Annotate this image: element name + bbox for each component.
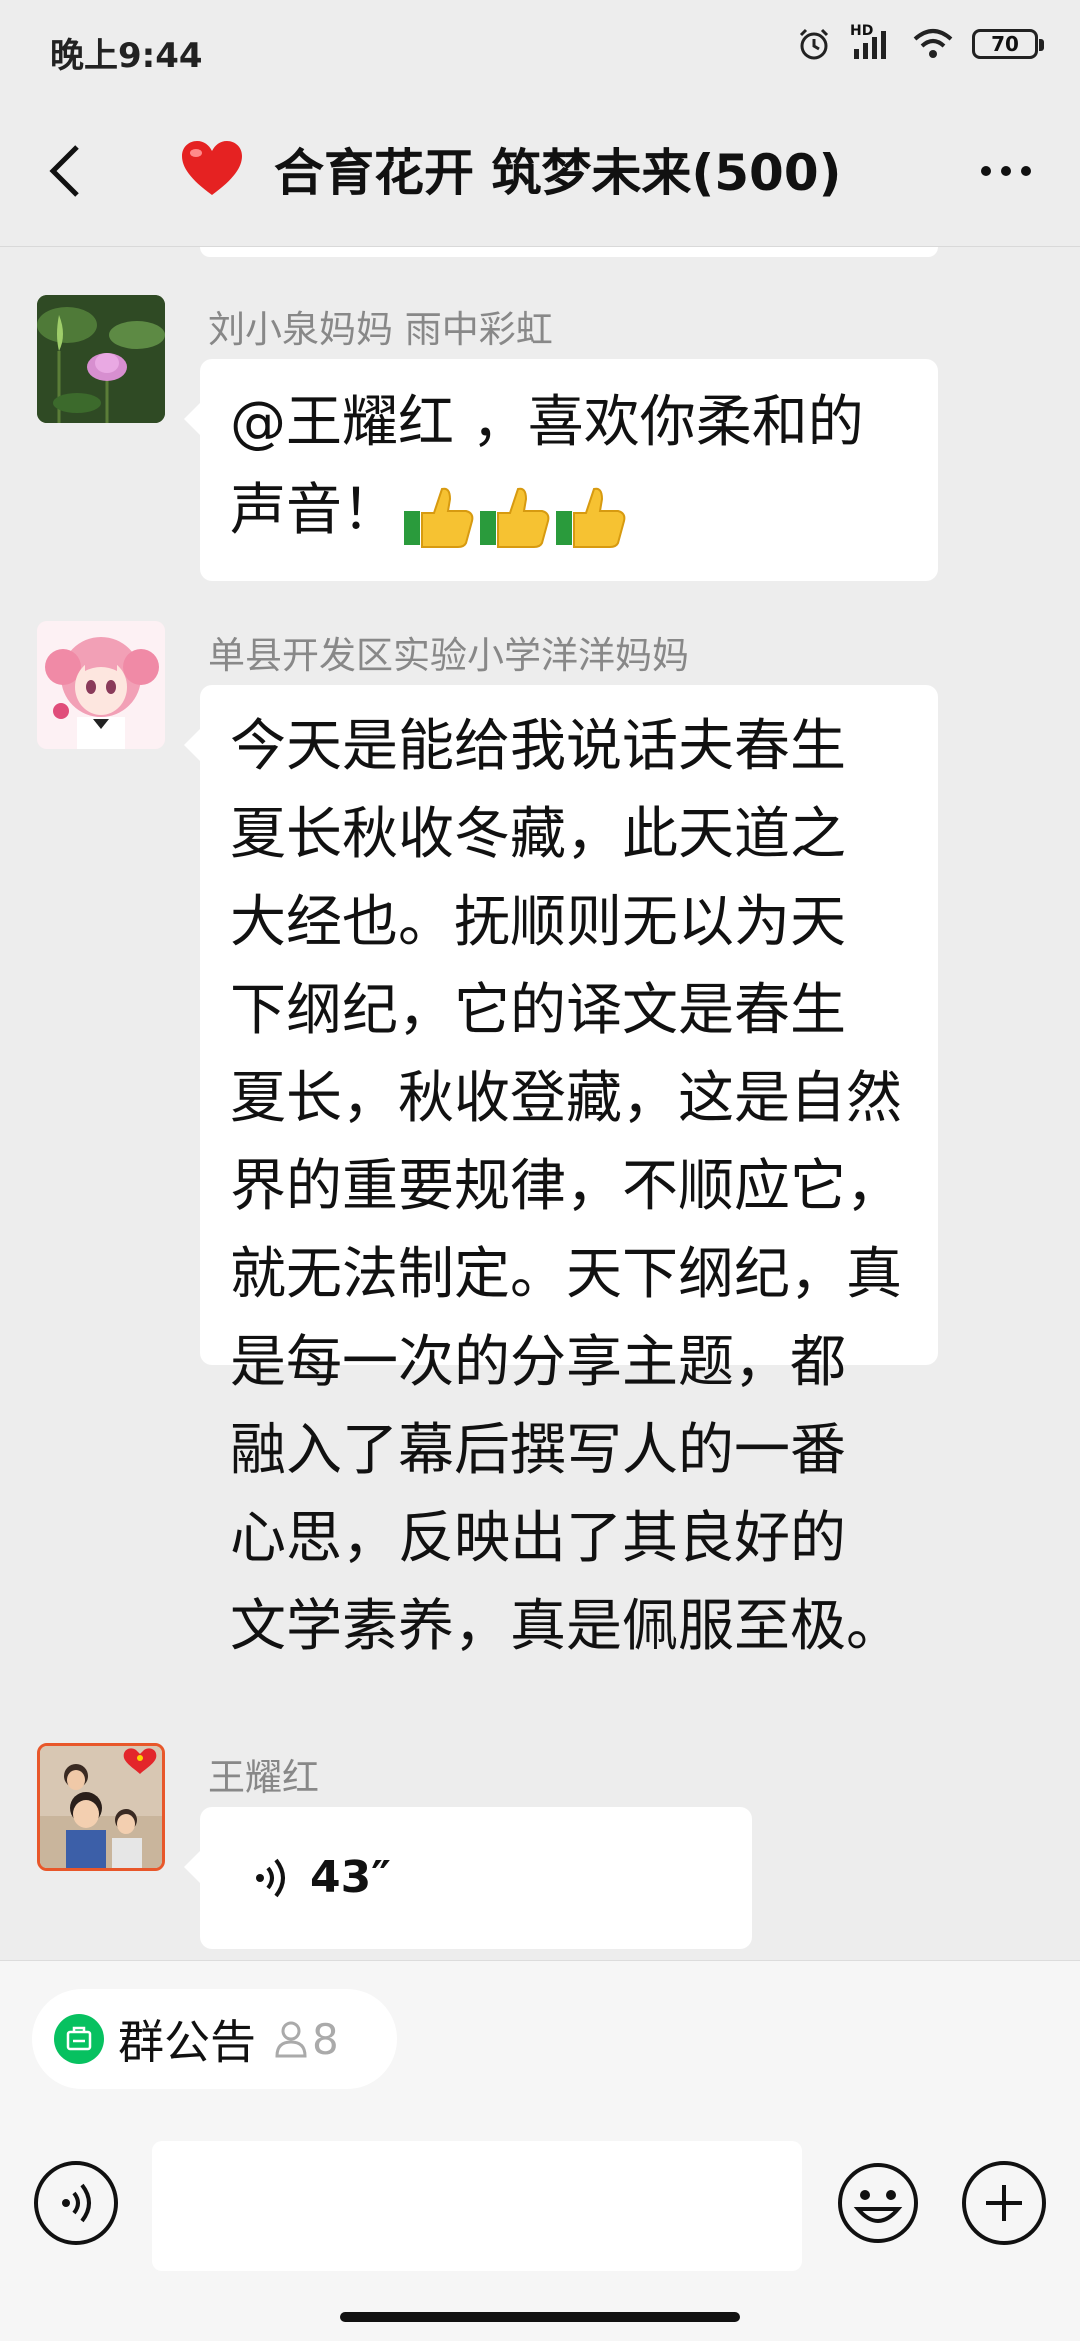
heart-emoji-icon: [182, 141, 242, 195]
more-dot: [1001, 166, 1011, 176]
plus-icon: [986, 2185, 1022, 2221]
message-bubble[interactable]: @王耀红 ，喜欢你柔和的 声音！: [184, 359, 938, 581]
message-text-line: 心思，反映出了其良好的: [230, 1506, 846, 1571]
sender-name: 刘小泉妈妈 雨中彩虹: [208, 308, 553, 351]
group-notice-button[interactable]: 群公告 8: [32, 1989, 397, 2089]
home-indicator[interactable]: [340, 2312, 740, 2322]
more-options-button[interactable]: [966, 136, 1046, 206]
message-text-line: 大经也。抚顺则无以为天: [230, 890, 846, 955]
lotus-avatar-image: [37, 295, 165, 423]
message-text-line: 界的重要规律，不顺应它，: [230, 1154, 902, 1219]
status-bar: 晚上9:44 HD 70: [0, 0, 1080, 96]
message-text-line: 文学素养，真是佩服至极。: [230, 1594, 902, 1659]
battery-level: 70: [991, 32, 1019, 56]
message-text-line: 声音！: [230, 467, 908, 555]
wifi-icon: [913, 29, 953, 58]
more-dot: [981, 166, 991, 176]
message-input[interactable]: [152, 2141, 802, 2271]
previous-message-bubble: [200, 247, 938, 257]
battery-icon: 70: [972, 29, 1044, 59]
voice-message-bubble[interactable]: 43″: [184, 1807, 752, 1949]
voice-wave-icon: [256, 1858, 285, 1898]
notice-icon: [54, 2014, 104, 2064]
anime-girl-avatar-image: [37, 621, 165, 749]
input-area: 群公告 8: [0, 1960, 1080, 2341]
message-text-line: 融入了幕后撰写人的一番: [230, 1418, 846, 1483]
emoji-button-icon[interactable]: [836, 2161, 920, 2245]
message-text-line: 下纲纪，它的译文是春生: [230, 978, 846, 1043]
chat-header: 合育花开 筑梦未来(500): [0, 96, 1080, 247]
sender-name: 单县开发区实验小学洋洋妈妈: [208, 634, 689, 677]
signal-icon: HD: [850, 23, 894, 61]
message-text-line: @王耀红 ，喜欢你柔和的: [230, 390, 864, 455]
voice-duration: 43″: [310, 1852, 391, 1903]
status-icons: HD 70: [796, 23, 1044, 62]
chat-title: 合育花开 筑梦未来(500): [274, 144, 842, 202]
person-icon: [275, 2021, 307, 2058]
message-text-line: 夏长，秋收登藏，这是自然: [230, 1066, 902, 1131]
message-list[interactable]: 刘小泉妈妈 雨中彩虹 @王耀红 ，喜欢你柔和的 声音！ 单县开发区实验小学洋洋妈…: [0, 247, 1080, 1959]
voice-input-button[interactable]: [34, 2161, 118, 2245]
family-photo-avatar-image: [40, 1746, 162, 1868]
message-bubble[interactable]: 今天是能给我说话夫春生 夏长秋收冬藏，此天道之 大经也。抚顺则无以为天 下纲纪，…: [184, 685, 938, 1659]
status-time: 晚上9:44: [50, 36, 203, 76]
avatar[interactable]: [37, 621, 165, 749]
more-functions-button[interactable]: [962, 2161, 1046, 2245]
avatar[interactable]: [37, 295, 165, 423]
chevron-left-icon: [49, 145, 79, 197]
notice-member-count: 8: [274, 2015, 339, 2064]
network-label: HD: [850, 23, 874, 39]
back-button[interactable]: [30, 136, 100, 206]
message-text-line: 是每一次的分享主题，都: [230, 1330, 846, 1395]
message-text-line: 今天是能给我说话夫春生: [230, 714, 846, 779]
group-notice-label: 群公告: [118, 2015, 256, 2069]
voice-icon: [62, 2183, 91, 2223]
notice-count-value: 8: [312, 2014, 339, 2064]
sender-name: 王耀红: [208, 1756, 319, 1799]
message-text-line: 就无法制定。天下纲纪，真: [230, 1242, 902, 1307]
alarm-icon: [799, 28, 829, 60]
chat-title-group: 合育花开 筑梦未来(500): [180, 134, 841, 204]
thumbs-up-emoji-icon: [404, 487, 626, 548]
more-dot: [1021, 166, 1031, 176]
avatar[interactable]: [37, 1743, 165, 1871]
message-text: 声音！: [230, 478, 398, 543]
message-text-line: 夏长秋收冬藏，此天道之: [230, 802, 846, 867]
